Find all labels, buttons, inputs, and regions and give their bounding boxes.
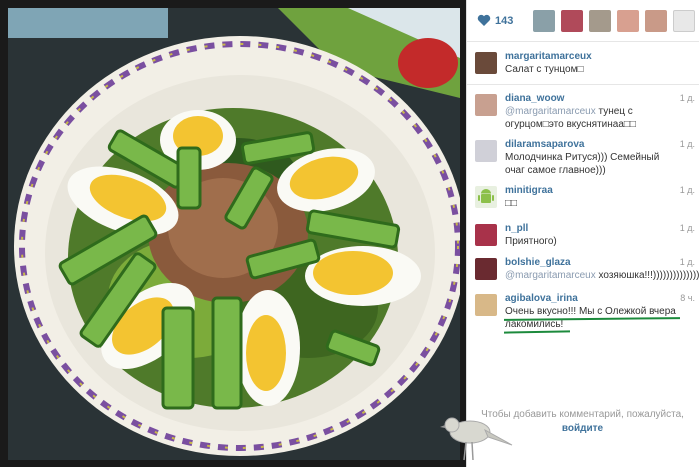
comment-text: □□	[505, 198, 518, 209]
liker-avatar[interactable]	[589, 9, 611, 32]
android-avatar[interactable]	[475, 186, 497, 208]
liker-avatar[interactable]	[673, 9, 695, 32]
mention-link[interactable]: @margaritamarceux	[505, 270, 596, 281]
android-icon	[478, 189, 494, 203]
avatar[interactable]	[475, 224, 497, 246]
likes-bar: 143	[467, 0, 699, 42]
comment-time: 8 ч.	[680, 293, 695, 303]
comment-text: Приятного)	[505, 236, 557, 247]
comment-time: 1 д.	[679, 139, 695, 149]
comment-text: @margaritamarceux хозяюшка!!!)))))))))))…	[505, 270, 699, 281]
comment: minitigraa 1 д. □□	[475, 184, 697, 212]
comment-text: Салат с тунцом□	[505, 64, 584, 75]
comment-username[interactable]: agibalova_irina	[505, 292, 578, 305]
like-count-value: 143	[495, 14, 514, 27]
salad-image	[8, 8, 460, 460]
comment: diana_woow 1 д. @margaritamarceux тунец …	[475, 92, 697, 130]
comment: agibalova_irina 8 ч. Очень вкусно!!! Мы …	[475, 292, 697, 330]
comment: dilaramsaparova 1 д. Молодчинка Ритуся))…	[475, 138, 697, 176]
comment: n_pll 1 д. Приятного)	[475, 222, 697, 250]
liker-avatar[interactable]	[617, 9, 639, 32]
photo-panel	[0, 0, 466, 467]
comment-username[interactable]: n_pll	[505, 222, 528, 235]
comment-time: 1 д.	[679, 185, 695, 195]
login-link[interactable]: войдите	[562, 423, 603, 434]
comment-username[interactable]: margaritamarceux	[505, 50, 592, 63]
post-photo[interactable]	[8, 8, 460, 460]
avatar[interactable]	[475, 94, 497, 116]
liker-avatar[interactable]	[645, 9, 667, 32]
divider	[467, 84, 699, 85]
comment-time: 1 д.	[679, 93, 695, 103]
liker-avatar[interactable]	[533, 9, 555, 32]
bird-watermark-icon	[440, 417, 513, 461]
heart-icon	[477, 14, 491, 26]
avatar[interactable]	[475, 52, 497, 74]
comment-text: @margaritamarceux тунец с огурцом□это вк…	[505, 106, 636, 130]
comment: bolshie_glaza 1 д. @margaritamarceux хоз…	[475, 256, 699, 284]
comment-username[interactable]: dilaramsaparova	[505, 138, 585, 151]
comment-text: Молодчинка Ритуся))) Семейный очаг самое…	[505, 152, 660, 176]
comment-time: 1 д.	[679, 223, 695, 233]
comment-username[interactable]: minitigraa	[505, 184, 553, 197]
caption: margaritamarceux Салат с тунцом□	[475, 50, 697, 80]
comment-username[interactable]: diana_woow	[505, 92, 564, 105]
mention-link[interactable]: @margaritamarceux	[505, 106, 596, 117]
avatar[interactable]	[475, 258, 497, 280]
comment-username[interactable]: bolshie_glaza	[505, 256, 571, 269]
liker-avatar[interactable]	[561, 9, 583, 32]
avatar[interactable]	[475, 140, 497, 162]
like-count[interactable]: 143	[477, 14, 533, 27]
comment-time: 1 д.	[679, 257, 695, 267]
comments-sidebar: 143 margaritamarceux Салат с тунцом□ dia…	[466, 0, 699, 467]
liker-avatars	[533, 9, 695, 32]
avatar[interactable]	[475, 294, 497, 316]
